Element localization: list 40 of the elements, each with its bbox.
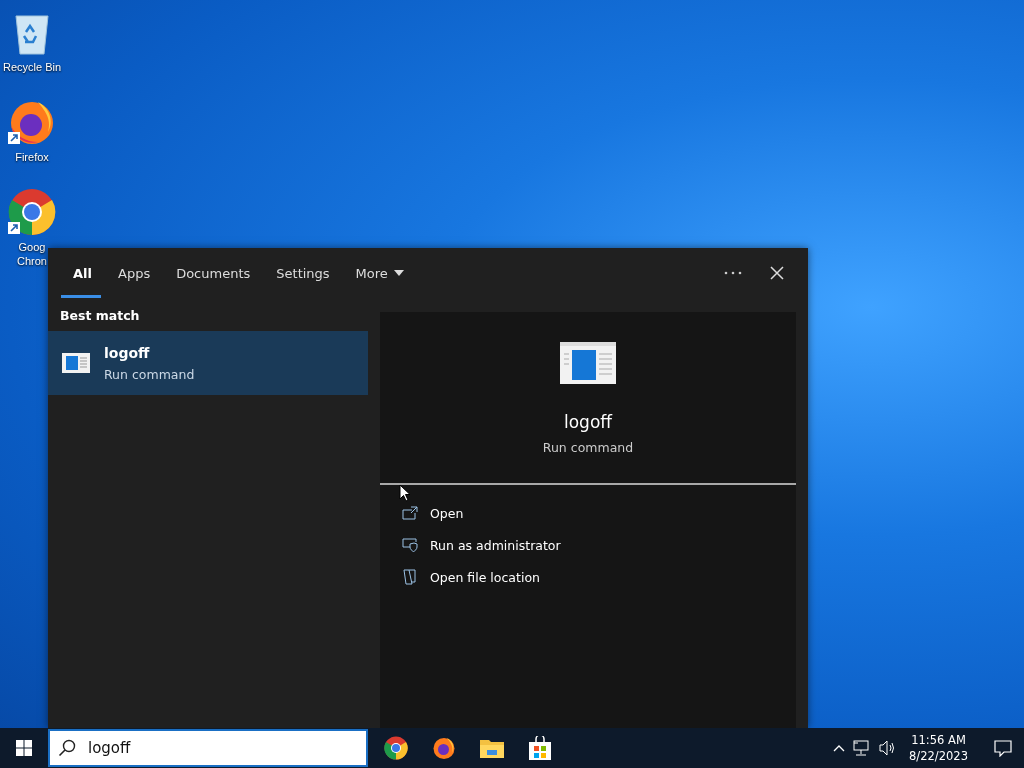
shield-icon [402, 538, 418, 552]
result-title: logoff [104, 344, 151, 361]
shopping-bag-icon[interactable] [529, 736, 551, 760]
search-field[interactable]: logoff [48, 729, 368, 767]
filter-tab[interactable]: Settings [263, 248, 343, 298]
filter-tab[interactable]: More [342, 248, 417, 298]
file-location-icon [402, 569, 418, 585]
chevron-up-icon[interactable] [833, 744, 846, 752]
desktop-icon-label: Goog Chron [17, 240, 47, 268]
action-item[interactable]: Run as administrator [402, 535, 796, 555]
command-window-icon [62, 353, 90, 373]
clock-date[interactable]: 8/22/2023 [909, 748, 968, 764]
preview-title: logoff [564, 412, 612, 432]
action-item[interactable]: Open file location [402, 567, 796, 587]
close-icon[interactable] [770, 266, 784, 280]
open-external-icon [402, 506, 418, 520]
result-subtitle: Run command [104, 366, 195, 382]
mouse-cursor-icon [399, 484, 411, 502]
chrome-icon[interactable] [8, 188, 56, 236]
network-icon[interactable] [853, 740, 872, 756]
search-icon [58, 739, 76, 757]
firefox-icon[interactable] [432, 736, 456, 760]
filter-tab[interactable]: Apps [105, 248, 164, 298]
desktop-icon-label: Firefox [15, 150, 49, 164]
search-result[interactable]: logoff Run command [48, 331, 368, 395]
chrome-icon[interactable] [384, 736, 408, 760]
filter-tab[interactable]: All [60, 248, 105, 298]
caret-icon [393, 270, 404, 276]
filter-tab[interactable]: Documents [163, 248, 264, 298]
folder-icon[interactable] [480, 738, 504, 758]
command-window-icon [560, 342, 616, 384]
desktop-icon-label: Recycle Bin [2, 60, 62, 74]
section-heading: Best match [59, 307, 141, 325]
recycle-bin-icon[interactable] [12, 12, 52, 56]
start-button-icon[interactable] [16, 740, 32, 756]
more-options-icon[interactable] [724, 271, 742, 275]
clock-time[interactable]: 11:56 AM [911, 732, 966, 748]
preview-subtitle: Run command [542, 440, 634, 455]
notification-icon[interactable] [994, 739, 1012, 757]
action-item[interactable]: Open [402, 503, 796, 523]
